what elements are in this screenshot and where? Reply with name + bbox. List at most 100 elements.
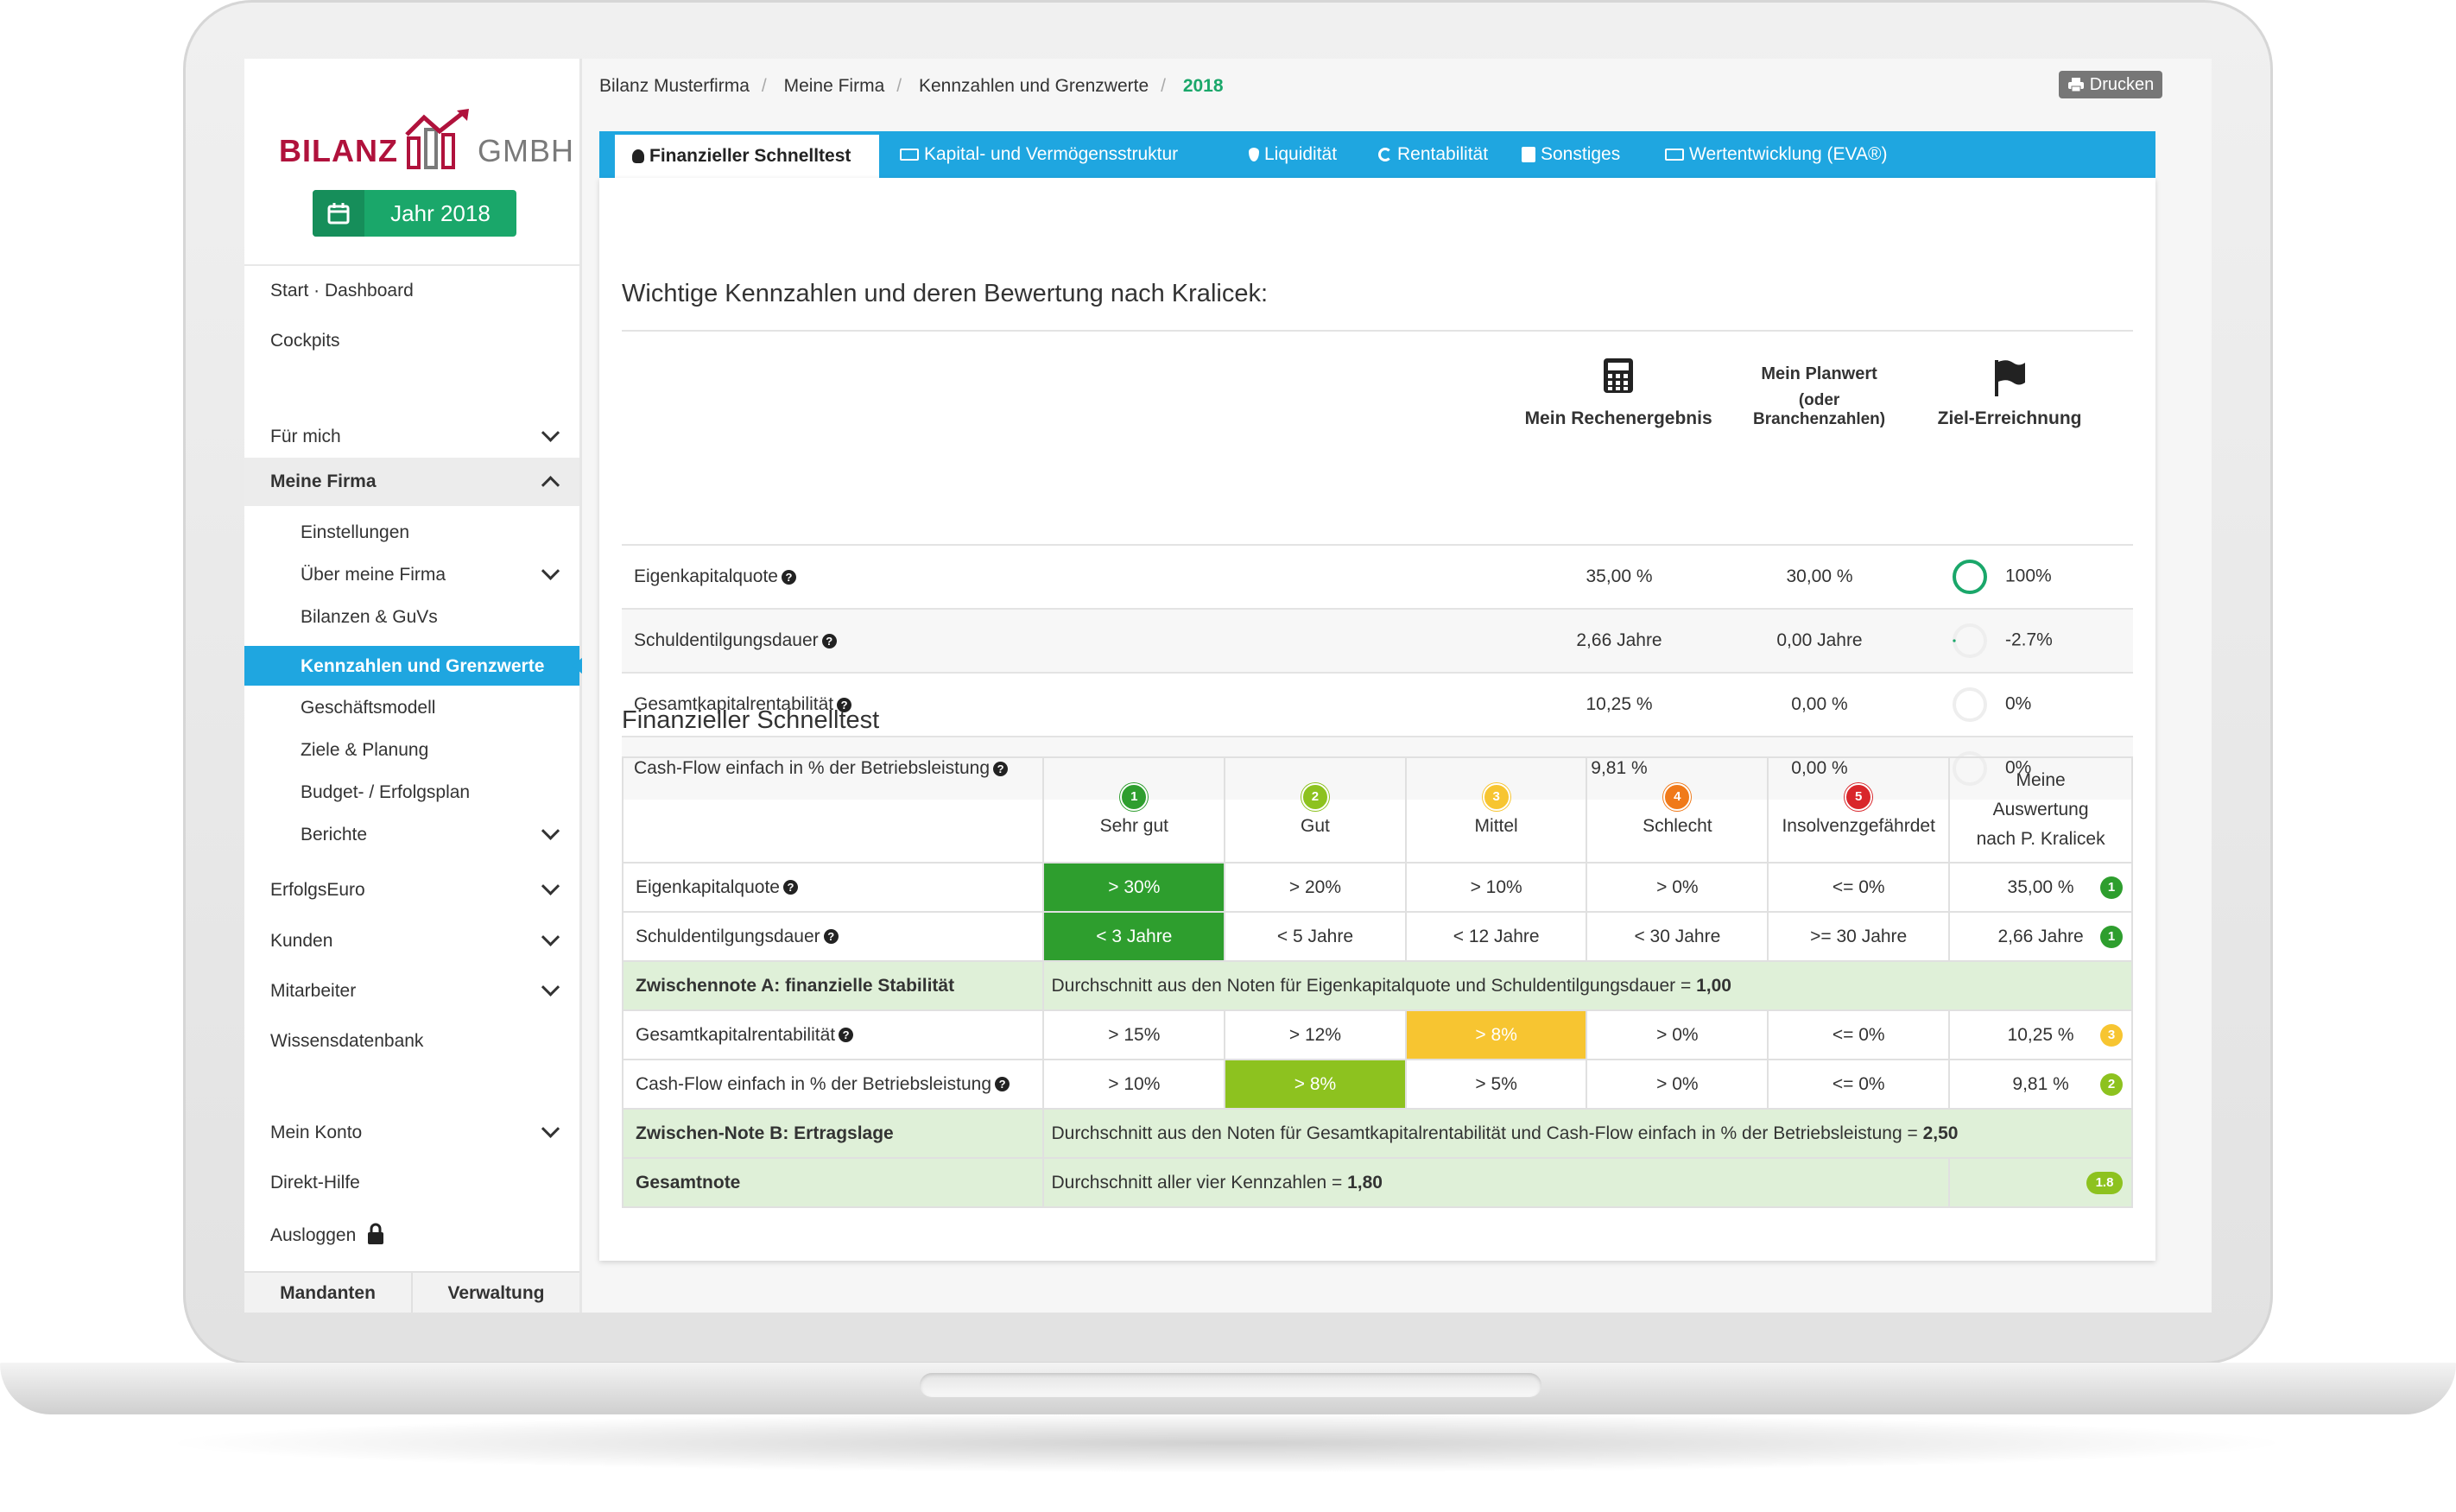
- grade-label: Insolvenzgefährdet: [1782, 816, 1935, 836]
- sidebar-item-budget[interactable]: Budget- / Erfolgsplan: [244, 775, 579, 809]
- sidebar-item-wissensdatenbank[interactable]: Wissensdatenbank: [244, 1023, 579, 1058]
- sidebar-item-bilanzen[interactable]: Bilanzen & GuVs: [244, 599, 579, 634]
- header-plan-label: Mein Planwert: [1761, 364, 1877, 383]
- sidebar-item-kunden[interactable]: Kunden: [244, 923, 579, 958]
- threshold-cell: < 5 Jahre: [1224, 911, 1407, 962]
- row-label-text: Cash-Flow einfach in % der Betriebsleist…: [636, 1073, 992, 1094]
- row-label-text: Eigenkapitalquote: [636, 876, 780, 897]
- sidebar-item-kennzahlen[interactable]: Kennzahlen und Grenzwerte: [244, 646, 579, 686]
- threshold-cell: > 0%: [1586, 862, 1769, 913]
- content-panel: Wichtige Kennzahlen und deren Bewertung …: [599, 178, 2155, 1261]
- section-title-kennzahlen: Wichtige Kennzahlen und deren Bewertung …: [622, 280, 1269, 307]
- tab-sonstiges[interactable]: Sonstiges: [1522, 131, 1620, 178]
- help-icon[interactable]: ?: [821, 633, 837, 648]
- year-label: Jahr 2018: [390, 199, 491, 226]
- sidebar-item-fuer-mich[interactable]: Für mich: [244, 414, 579, 458]
- sidebar-item-ausloggen[interactable]: Ausloggen: [244, 1218, 579, 1252]
- tab-kapital[interactable]: Kapital- und Vermögensstruktur: [900, 131, 1178, 178]
- printer-icon: [2067, 78, 2084, 92]
- sidebar-item-ziele[interactable]: Ziele & Planung: [244, 732, 579, 767]
- summary-desc: Durchschnitt aus den Noten für Gesamtkap…: [1051, 1123, 1923, 1143]
- brand-logo[interactable]: BILANZ GMBH: [279, 109, 574, 169]
- goal-progress-ring: [1953, 623, 1987, 658]
- row-plan: 0,00 Jahre: [1753, 608, 1886, 673]
- table-row: Schuldentilgungsdauer? < 3 Jahre < 5 Jahre…: [621, 911, 2133, 962]
- help-icon[interactable]: ?: [782, 880, 798, 895]
- table-row: Eigenkapitalquote? > 30% > 20% > 10% > 0% <= …: [621, 862, 2133, 913]
- header-goal: Ziel-Erreichnung: [1886, 330, 2133, 438]
- sidebar-item-dashboard[interactable]: Start · Dashboard: [244, 273, 579, 307]
- kennzahlen-table: Mein Rechenergebnis Mein Planwert (oder …: [622, 330, 2133, 438]
- summary-desc: Durchschnitt aller vier Kennzahlen =: [1051, 1172, 1348, 1193]
- sidebar-item-berichte[interactable]: Berichte: [244, 817, 579, 851]
- summary-desc: Durchschnitt aus den Noten für Eigenkapi…: [1051, 975, 1697, 996]
- threshold-cell: > 0%: [1586, 1059, 1769, 1110]
- table-header-row: 1 Sehr gut 2 Gut 3 Mittel 4 Schlecht 5 Insolvenzg…: [621, 756, 2133, 864]
- tab-label: Rentabilität: [1397, 144, 1489, 164]
- copy-icon: [1522, 147, 1535, 163]
- sidebar-item-label: Start · Dashboard: [270, 281, 414, 301]
- breadcrumb-item[interactable]: Bilanz Musterfirma: [599, 76, 750, 96]
- grade-badge: 3: [2100, 1023, 2123, 1047]
- own-value-cell: 9,81 % 2: [1948, 1059, 2133, 1110]
- brand-name-left: BILANZ: [279, 133, 398, 168]
- sidebar-item-meine-firma[interactable]: Meine Firma: [244, 458, 579, 506]
- mandanten-tab[interactable]: Mandanten: [244, 1273, 413, 1313]
- header-result: Mein Rechenergebnis: [1484, 330, 1753, 438]
- year-selector-button[interactable]: Jahr 2018: [313, 190, 516, 237]
- tab-wertentwicklung[interactable]: Wertentwicklung (EVA®): [1665, 131, 1887, 178]
- breadcrumb: Bilanz Musterfirma / Meine Firma / Kennzah…: [599, 76, 1224, 96]
- row-label: Eigenkapitalquote?: [622, 544, 1485, 609]
- sidebar-item-ueber-meine-firma[interactable]: Über meine Firma: [244, 557, 579, 592]
- sidebar-item-mein-konto[interactable]: Mein Konto: [244, 1115, 579, 1149]
- chevron-down-icon: [541, 821, 560, 840]
- summary-value: 1,00: [1696, 975, 1731, 996]
- threshold-cell-highlighted: > 8%: [1224, 1059, 1407, 1110]
- threshold-cell: > 20%: [1224, 862, 1407, 913]
- sidebar-item-erfolgseuro[interactable]: ErfolgsEuro: [244, 872, 579, 907]
- sidebar-item-mitarbeiter[interactable]: Mitarbeiter: [244, 973, 579, 1008]
- help-icon[interactable]: ?: [839, 1028, 854, 1043]
- tab-liquiditaet[interactable]: Liquidität: [1249, 131, 1337, 178]
- sidebar-item-label: Mein Konto: [270, 1123, 363, 1142]
- sidebar-item-direkt-hilfe[interactable]: Direkt-Hilfe: [244, 1165, 579, 1199]
- table-row: Eigenkapitalquote? 35,00 % 30,00 % 100%: [622, 544, 2133, 609]
- breadcrumb-item[interactable]: Kennzahlen und Grenzwerte: [919, 76, 1149, 96]
- threshold-cell: > 10%: [1042, 1059, 1226, 1110]
- summary-label: Zwischen-Note B: Ertragslage: [621, 1108, 1045, 1159]
- tab-finanzieller-schnelltest[interactable]: Finanzieller Schnelltest: [615, 135, 879, 178]
- tab-label: Wertentwicklung (EVA®): [1689, 144, 1888, 164]
- threshold-cell-highlighted: < 3 Jahre: [1042, 911, 1226, 962]
- chevron-down-icon: [541, 423, 560, 442]
- help-icon[interactable]: ?: [823, 929, 839, 945]
- schnelltest-table: 1 Sehr gut 2 Gut 3 Mittel 4 Schlecht 5 Insolvenzg…: [621, 756, 2133, 1208]
- row-label: Cash-Flow einfach in % der Betriebsleist…: [621, 1059, 1045, 1110]
- grade-label: Gut: [1301, 816, 1330, 836]
- verwaltung-tab[interactable]: Verwaltung: [413, 1273, 579, 1313]
- row-label: Gesamtkapitalrentabilität?: [621, 1009, 1045, 1060]
- help-icon[interactable]: ?: [995, 1077, 1010, 1092]
- grade-badge: 1: [2100, 876, 2123, 899]
- row-label-text: Schuldentilgungsdauer: [634, 630, 819, 650]
- tab-label: Finanzieller Schnelltest: [649, 146, 851, 166]
- sidebar-item-geschaeftsmodell[interactable]: Geschäftsmodell: [244, 690, 579, 724]
- lock-icon: [368, 1223, 383, 1244]
- own-value: 35,00 %: [2007, 876, 2074, 897]
- sidebar-item-cockpits[interactable]: Cockpits: [244, 323, 579, 357]
- row-plan: 0,00 %: [1753, 672, 1886, 737]
- chevron-down-icon: [541, 1119, 560, 1138]
- breadcrumb-item[interactable]: Meine Firma: [784, 76, 885, 96]
- main-content: Bilanz Musterfirma / Meine Firma / Kennzah…: [582, 59, 2212, 1313]
- help-icon[interactable]: ?: [781, 569, 796, 585]
- tab-rentabilitaet[interactable]: Rentabilität: [1378, 131, 1488, 178]
- chevron-down-icon: [541, 977, 560, 996]
- header-line: Meine: [2016, 770, 2066, 790]
- print-label: Drucken: [2089, 74, 2155, 94]
- header-blank: [622, 330, 1485, 438]
- logo-chart-icon: [405, 109, 469, 169]
- print-button[interactable]: Drucken: [2059, 71, 2162, 98]
- chevron-down-icon: [541, 876, 560, 895]
- sidebar-item-einstellungen[interactable]: Einstellungen: [244, 515, 579, 549]
- header-line: Auswertung: [1992, 800, 2089, 819]
- goal-value: -2.7%: [2005, 629, 2053, 650]
